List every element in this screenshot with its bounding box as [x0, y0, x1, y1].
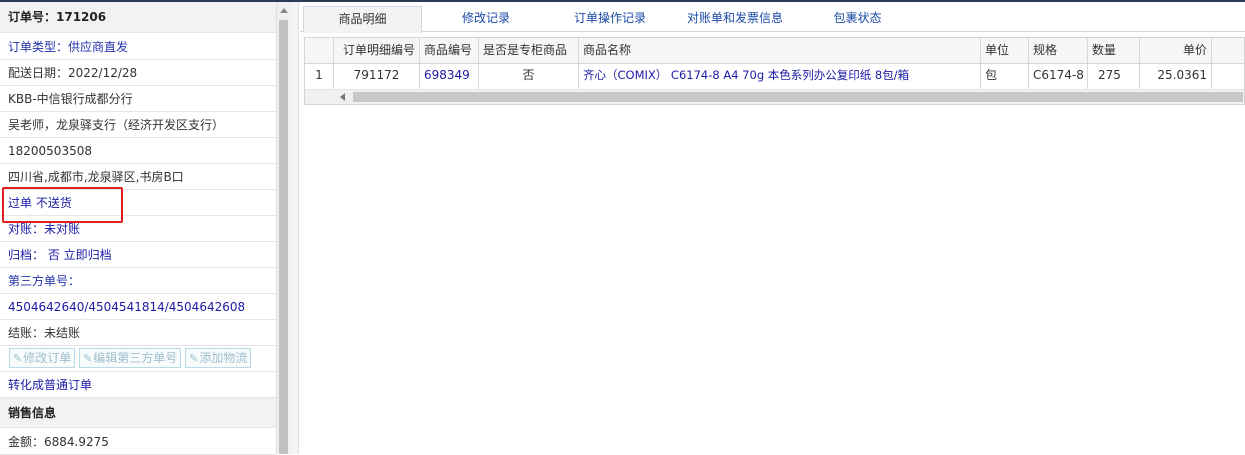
cell-product-no[interactable]: 698349 [420, 63, 479, 89]
cell-spec: C6174-8 [1029, 63, 1088, 89]
order-info-panel: 订单号：171206 订单类型：供应商直发 配送日期：2022/12/28 KB… [0, 2, 276, 455]
tab-package-status[interactable]: 包裹状态 [815, 6, 900, 31]
edit-icon: ✎ [13, 352, 23, 365]
highlight-box [2, 187, 123, 223]
grid-horizontal-scrollbar[interactable] [305, 90, 1244, 104]
edit-third-party-button[interactable]: ✎编辑第三方单号 [79, 348, 182, 368]
scrollbar-thumb[interactable] [353, 92, 1243, 102]
cell-detail-no: 791172 [334, 63, 420, 89]
column-header-product-name[interactable]: 商品名称 [579, 38, 981, 63]
product-grid: 订单明细编号 商品编号 是否是专柜商品 商品名称 单位 规格 数量 单价 1 7… [304, 37, 1245, 105]
cell-unit-price: 25.0361 [1140, 63, 1212, 89]
column-header-unit-price[interactable]: 单价 [1140, 38, 1212, 63]
tab-order-operations[interactable]: 订单操作记录 [555, 6, 665, 31]
order-number-header: 订单号：171206 [0, 2, 276, 33]
tab-change-log[interactable]: 修改记录 [435, 6, 537, 31]
edit-order-button[interactable]: ✎修改订单 [9, 348, 76, 368]
table-row[interactable]: 1 791172 698349 否 齐心（COMIX） C6174-8 A4 7… [305, 63, 1244, 90]
archive-status[interactable]: 归档： 否 立即归档 [0, 242, 276, 268]
column-header-unit[interactable]: 单位 [981, 38, 1029, 63]
tab-statement-invoice[interactable]: 对账单和发票信息 [675, 6, 795, 31]
cell-counter-item: 否 [479, 63, 579, 89]
edit-icon: ✎ [83, 352, 93, 365]
panel-divider[interactable] [291, 2, 299, 454]
scrollbar-thumb[interactable] [279, 20, 288, 454]
convert-normal-order-link[interactable]: 转化成普通订单 [0, 372, 276, 398]
column-header-quantity[interactable]: 数量 [1088, 38, 1140, 63]
action-buttons: ✎修改订单 ✎编辑第三方单号 ✎添加物流 [0, 346, 276, 372]
add-logistics-button[interactable]: ✎添加物流 [185, 348, 252, 368]
cell-product-name[interactable]: 齐心（COMIX） C6174-8 A4 70g 本色系列办公复印纸 8包/箱 [579, 63, 981, 89]
column-header-counter-item[interactable]: 是否是专柜商品 [479, 38, 579, 63]
grid-header: 订单明细编号 商品编号 是否是专柜商品 商品名称 单位 规格 数量 单价 [305, 38, 1244, 64]
row-index: 1 [305, 63, 334, 89]
detail-tabs: 商品明细 修改记录 订单操作记录 对账单和发票信息 包裹状态 [300, 4, 1245, 33]
contact-info: 吴老师，龙泉驿支行（经济开发区支行） [0, 112, 276, 138]
sales-info-header: 销售信息 [0, 398, 276, 428]
column-header-index [305, 38, 334, 63]
sales-amount: 金额：6884.9275 [0, 429, 276, 455]
customer-name: KBB-中信银行成都分行 [0, 86, 276, 112]
column-header-product-no[interactable]: 商品编号 [420, 38, 479, 63]
cell-unit: 包 [981, 63, 1029, 89]
column-header-spec[interactable]: 规格 [1029, 38, 1088, 63]
tab-product-details[interactable]: 商品明细 [303, 6, 422, 33]
edit-icon: ✎ [189, 352, 199, 365]
arrow-left-icon[interactable] [340, 93, 345, 101]
order-type: 订单类型：供应商直发 [0, 34, 276, 60]
column-header-detail-no[interactable]: 订单明细编号 [334, 38, 420, 63]
third-party-numbers: 4504642640/4504541814/4504642608 [0, 294, 276, 320]
left-panel-scrollbar[interactable] [276, 2, 291, 454]
cell-quantity: 275 [1088, 63, 1140, 89]
third-party-label: 第三方单号： [0, 268, 276, 294]
arrow-up-icon[interactable] [280, 8, 288, 13]
settlement-status: 结账：未结账 [0, 320, 276, 346]
delivery-date: 配送日期：2022/12/28 [0, 60, 276, 86]
phone-number: 18200503508 [0, 138, 276, 164]
